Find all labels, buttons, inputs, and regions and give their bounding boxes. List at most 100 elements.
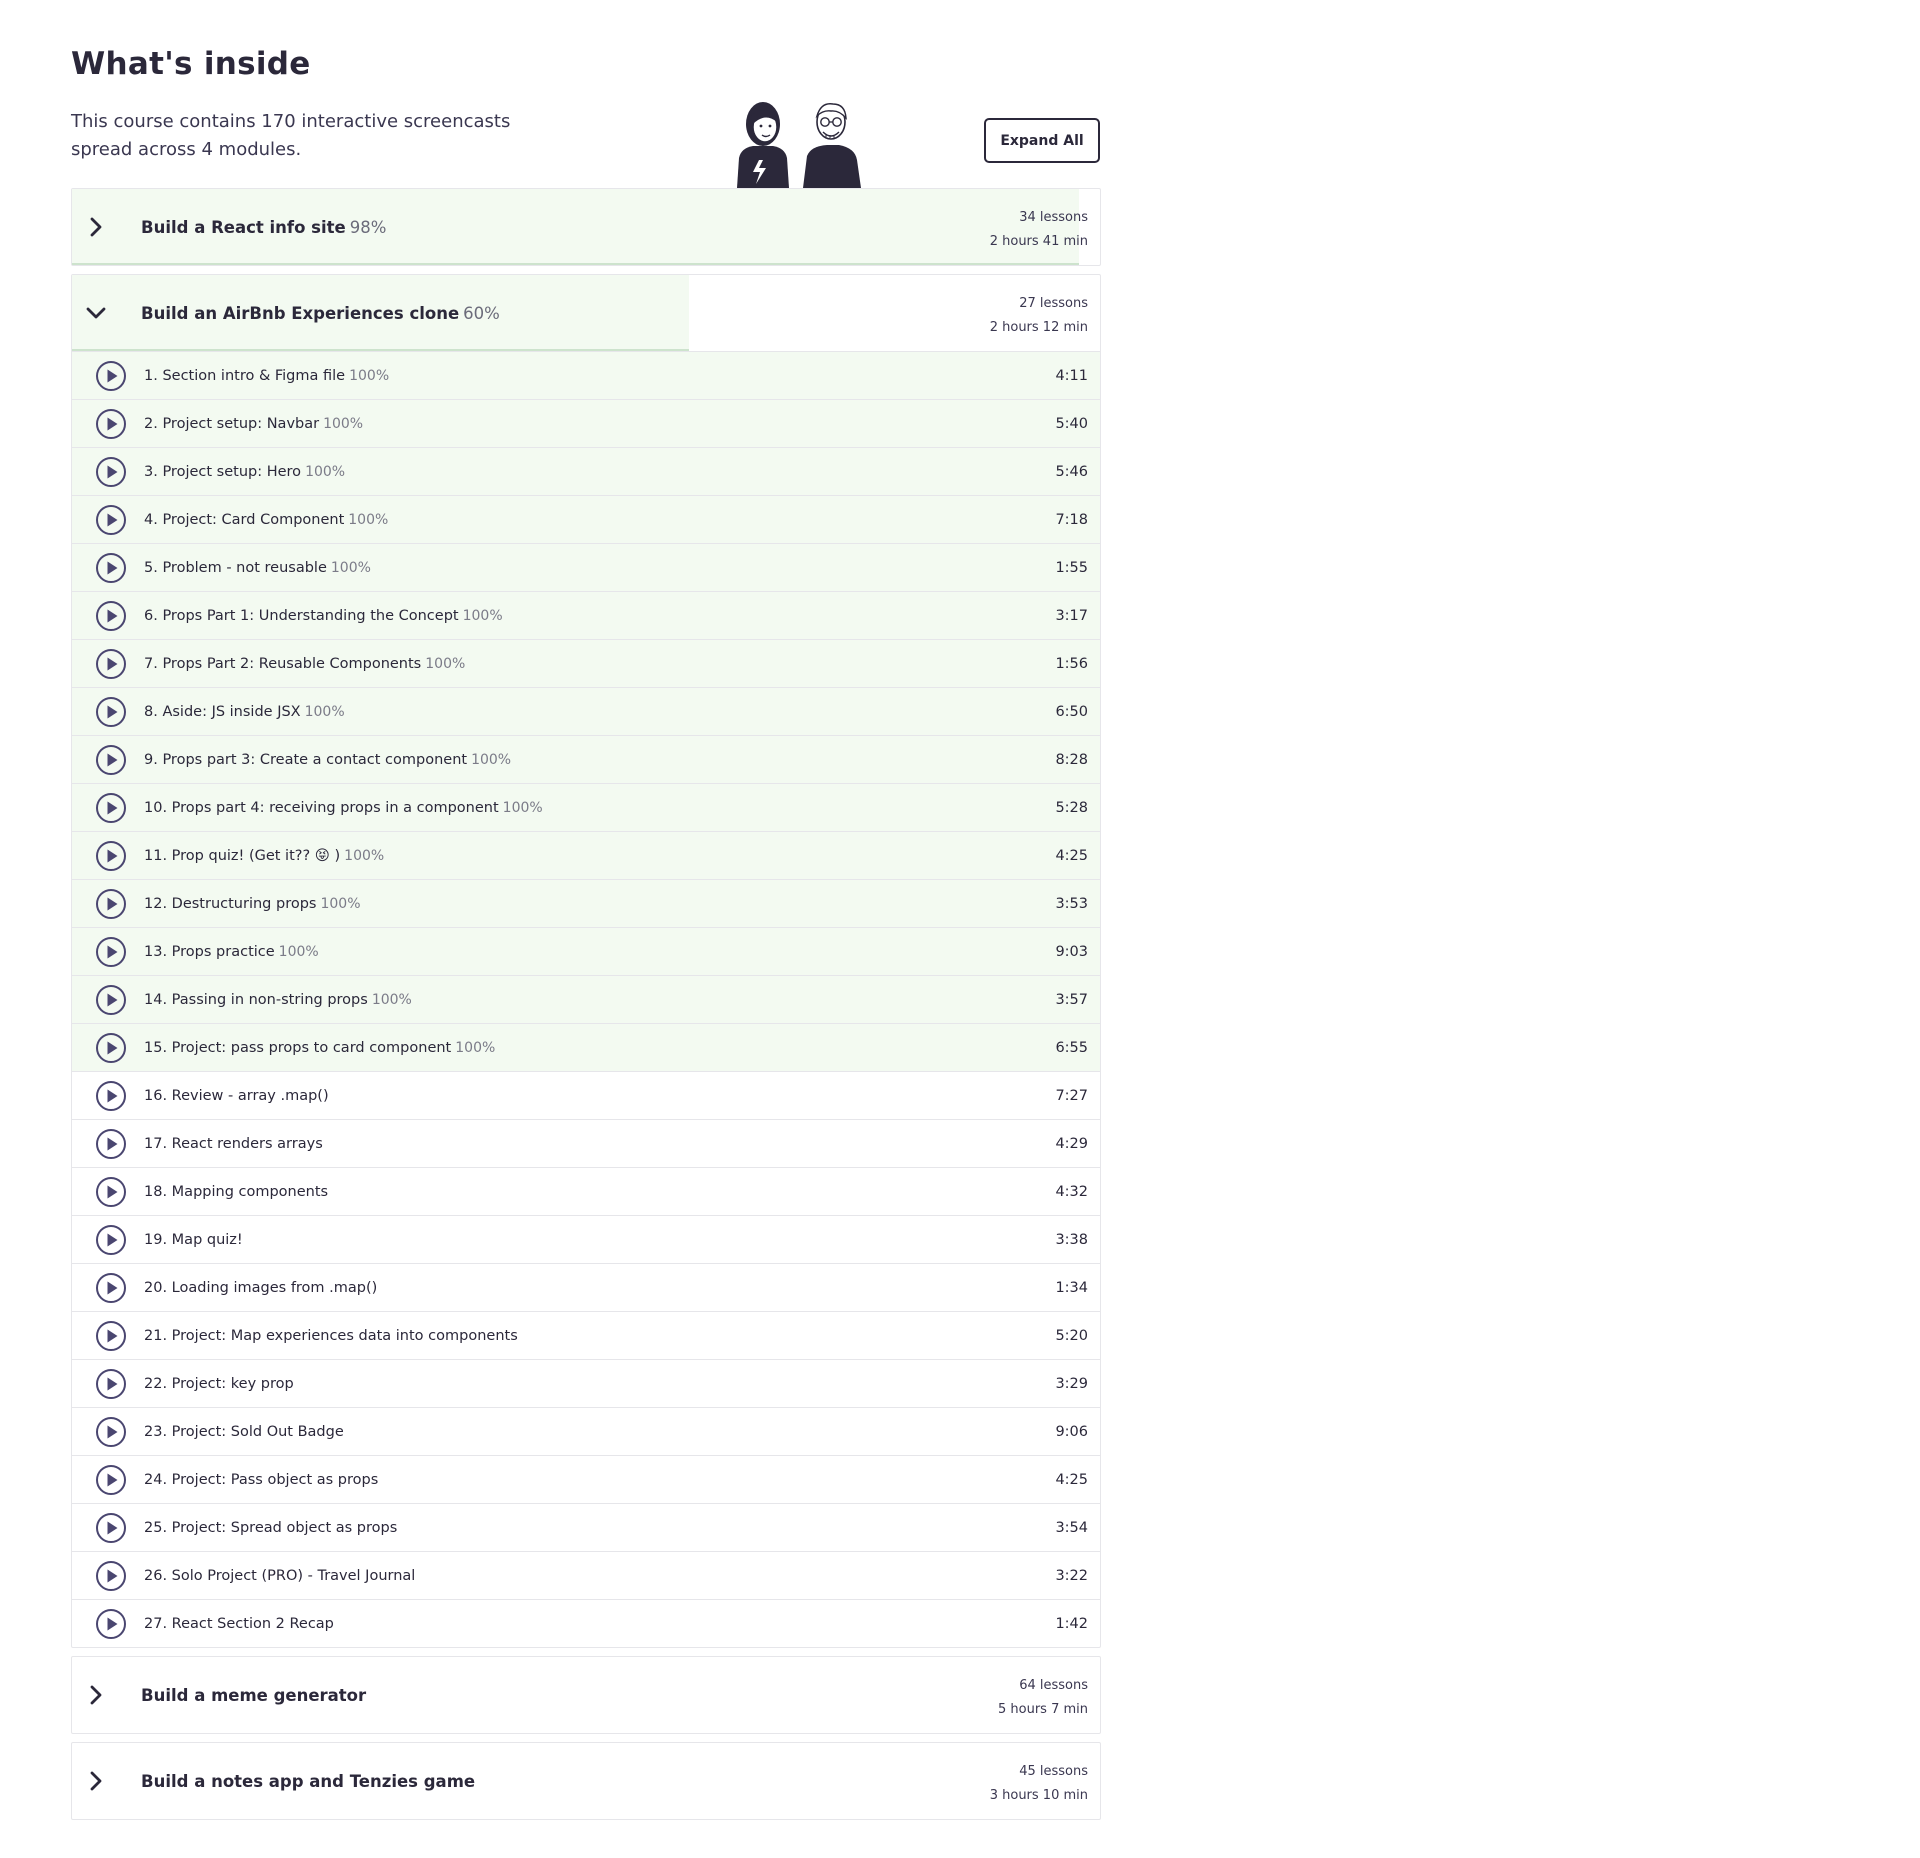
lesson-row[interactable]: 12. Destructuring props 100% 3:53 — [72, 880, 1100, 928]
lesson-duration: 8:28 — [1055, 751, 1088, 768]
lesson-percent: 100% — [348, 511, 389, 528]
module-meta: 34 lessons 2 hours 41 min — [990, 206, 1088, 254]
module-meta: 64 lessons 5 hours 7 min — [998, 1674, 1088, 1722]
module-duration: 3 hours 10 min — [989, 1788, 1088, 1803]
play-icon — [96, 552, 126, 583]
play-icon — [96, 696, 126, 727]
lesson-title: 24. Project: Pass object as props — [144, 1471, 379, 1488]
lesson-duration: 5:40 — [1055, 415, 1088, 432]
lesson-row[interactable]: 24. Project: Pass object as props 4:25 — [72, 1456, 1100, 1504]
play-icon — [96, 1368, 126, 1399]
lesson-row[interactable]: 4. Project: Card Component 100% 7:18 — [72, 496, 1100, 544]
lesson-duration: 4:25 — [1055, 847, 1088, 864]
lesson-percent: 100% — [305, 463, 346, 480]
play-icon — [96, 1560, 126, 1591]
play-icon — [96, 744, 126, 775]
lesson-row[interactable]: 11. Prop quiz! (Get it?? 😝 ) 100% 4:25 — [72, 832, 1100, 880]
lesson-row[interactable]: 16. Review - array .map() 7:27 — [72, 1072, 1100, 1120]
lesson-percent: 100% — [344, 847, 385, 864]
play-icon — [96, 1512, 126, 1543]
expand-all-button[interactable]: Expand All — [984, 118, 1100, 163]
play-icon — [96, 1272, 126, 1303]
lesson-title: 16. Review - array .map() — [144, 1087, 329, 1104]
module-meta: 27 lessons 2 hours 12 min — [990, 292, 1088, 340]
lesson-row[interactable]: 26. Solo Project (PRO) - Travel Journal 3… — [72, 1552, 1100, 1600]
lesson-title: 6. Props Part 1: Understanding the Conce… — [144, 607, 503, 624]
lesson-row[interactable]: 15. Project: pass props to card componen… — [72, 1024, 1100, 1072]
lesson-row[interactable]: 13. Props practice 100% 9:03 — [72, 928, 1100, 976]
module-react-info-site: Build a React info site 98% 34 lessons 2 … — [71, 188, 1101, 266]
lesson-row[interactable]: 19. Map quiz! 3:38 — [72, 1216, 1100, 1264]
lesson-row[interactable]: 5. Problem - not reusable 100% 1:55 — [72, 544, 1100, 592]
lesson-duration: 5:28 — [1055, 799, 1088, 816]
lesson-row[interactable]: 17. React renders arrays 4:29 — [72, 1120, 1100, 1168]
module-header[interactable]: Build an AirBnb Experiences clone 60% 27 … — [72, 275, 1100, 351]
lesson-row[interactable]: 20. Loading images from .map() 1:34 — [72, 1264, 1100, 1312]
play-icon — [96, 600, 126, 631]
lesson-title: 11. Prop quiz! (Get it?? 😝 ) 100% — [144, 847, 385, 864]
module-lesson-count: 34 lessons — [1019, 210, 1088, 225]
play-icon — [96, 1608, 126, 1639]
module-meme-generator: Build a meme generator 64 lessons 5 hour… — [71, 1656, 1101, 1734]
module-notes-tenzies: Build a notes app and Tenzies game 45 le… — [71, 1742, 1101, 1820]
lesson-row[interactable]: 9. Props part 3: Create a contact compon… — [72, 736, 1100, 784]
lesson-title: 7. Props Part 2: Reusable Components 100% — [144, 655, 466, 672]
chevron-right-icon — [85, 1684, 107, 1706]
lesson-duration: 1:55 — [1055, 559, 1088, 576]
module-title: Build an AirBnb Experiences clone 60% — [141, 303, 500, 323]
lesson-percent: 100% — [330, 559, 371, 576]
lesson-row[interactable]: 6. Props Part 1: Understanding the Conce… — [72, 592, 1100, 640]
lesson-title: 4. Project: Card Component 100% — [144, 511, 389, 528]
lesson-title: 19. Map quiz! — [144, 1231, 243, 1248]
course-intro: This course contains 170 interactive scr… — [71, 111, 511, 160]
lesson-row[interactable]: 8. Aside: JS inside JSX 100% 6:50 — [72, 688, 1100, 736]
lesson-row[interactable]: 2. Project setup: Navbar 100% 5:40 — [72, 400, 1100, 448]
lesson-percent: 100% — [502, 799, 543, 816]
module-header[interactable]: Build a React info site 98% 34 lessons 2 … — [72, 189, 1100, 265]
lesson-row[interactable]: 18. Mapping components 4:32 — [72, 1168, 1100, 1216]
lesson-percent: 100% — [278, 943, 319, 960]
module-header[interactable]: Build a notes app and Tenzies game 45 le… — [72, 1743, 1100, 1819]
module-header[interactable]: Build a meme generator 64 lessons 5 hour… — [72, 1657, 1100, 1733]
lesson-percent: 100% — [471, 751, 512, 768]
lesson-duration: 3:22 — [1055, 1567, 1088, 1584]
lesson-row[interactable]: 22. Project: key prop 3:29 — [72, 1360, 1100, 1408]
lesson-title: 18. Mapping components — [144, 1183, 329, 1200]
page-title: What's inside — [71, 46, 311, 82]
lesson-row[interactable]: 25. Project: Spread object as props 3:54 — [72, 1504, 1100, 1552]
lesson-row[interactable]: 3. Project setup: Hero 100% 5:46 — [72, 448, 1100, 496]
lesson-duration: 9:03 — [1055, 943, 1088, 960]
lesson-duration: 5:20 — [1055, 1327, 1088, 1344]
play-icon — [96, 408, 126, 439]
lesson-row[interactable]: 21. Project: Map experiences data into c… — [72, 1312, 1100, 1360]
lesson-duration: 9:06 — [1055, 1423, 1088, 1440]
play-icon — [96, 792, 126, 823]
lesson-row[interactable]: 10. Props part 4: receiving props in a c… — [72, 784, 1100, 832]
lesson-duration: 4:32 — [1055, 1183, 1088, 1200]
lesson-duration: 7:27 — [1055, 1087, 1088, 1104]
play-icon — [96, 504, 126, 535]
module-lesson-count: 45 lessons — [1019, 1764, 1088, 1779]
chevron-down-icon — [85, 302, 107, 324]
lesson-duration: 1:34 — [1055, 1279, 1088, 1296]
lesson-duration: 3:17 — [1055, 607, 1088, 624]
module-lesson-count: 27 lessons — [1019, 296, 1088, 311]
lesson-row[interactable]: 27. React Section 2 Recap 1:42 — [72, 1600, 1100, 1647]
instructors-illustration — [737, 102, 861, 188]
lesson-title: 21. Project: Map experiences data into c… — [144, 1327, 518, 1344]
lesson-title: 27. React Section 2 Recap — [144, 1615, 334, 1632]
lesson-row[interactable]: 23. Project: Sold Out Badge 9:06 — [72, 1408, 1100, 1456]
play-icon — [96, 648, 126, 679]
lesson-title: 17. React renders arrays — [144, 1135, 323, 1152]
lesson-percent: 100% — [320, 895, 361, 912]
lesson-title: 20. Loading images from .map() — [144, 1279, 378, 1296]
lesson-title: 13. Props practice 100% — [144, 943, 319, 960]
lesson-row[interactable]: 7. Props Part 2: Reusable Components 100%… — [72, 640, 1100, 688]
play-icon — [96, 456, 126, 487]
lesson-title: 1. Section intro & Figma file 100% — [144, 367, 390, 384]
lesson-row[interactable]: 1. Section intro & Figma file 100% 4:11 — [72, 352, 1100, 400]
lesson-row[interactable]: 14. Passing in non-string props 100% 3:57 — [72, 976, 1100, 1024]
lesson-duration: 6:50 — [1055, 703, 1088, 720]
play-icon — [96, 1320, 126, 1351]
lesson-percent: 100% — [425, 655, 466, 672]
